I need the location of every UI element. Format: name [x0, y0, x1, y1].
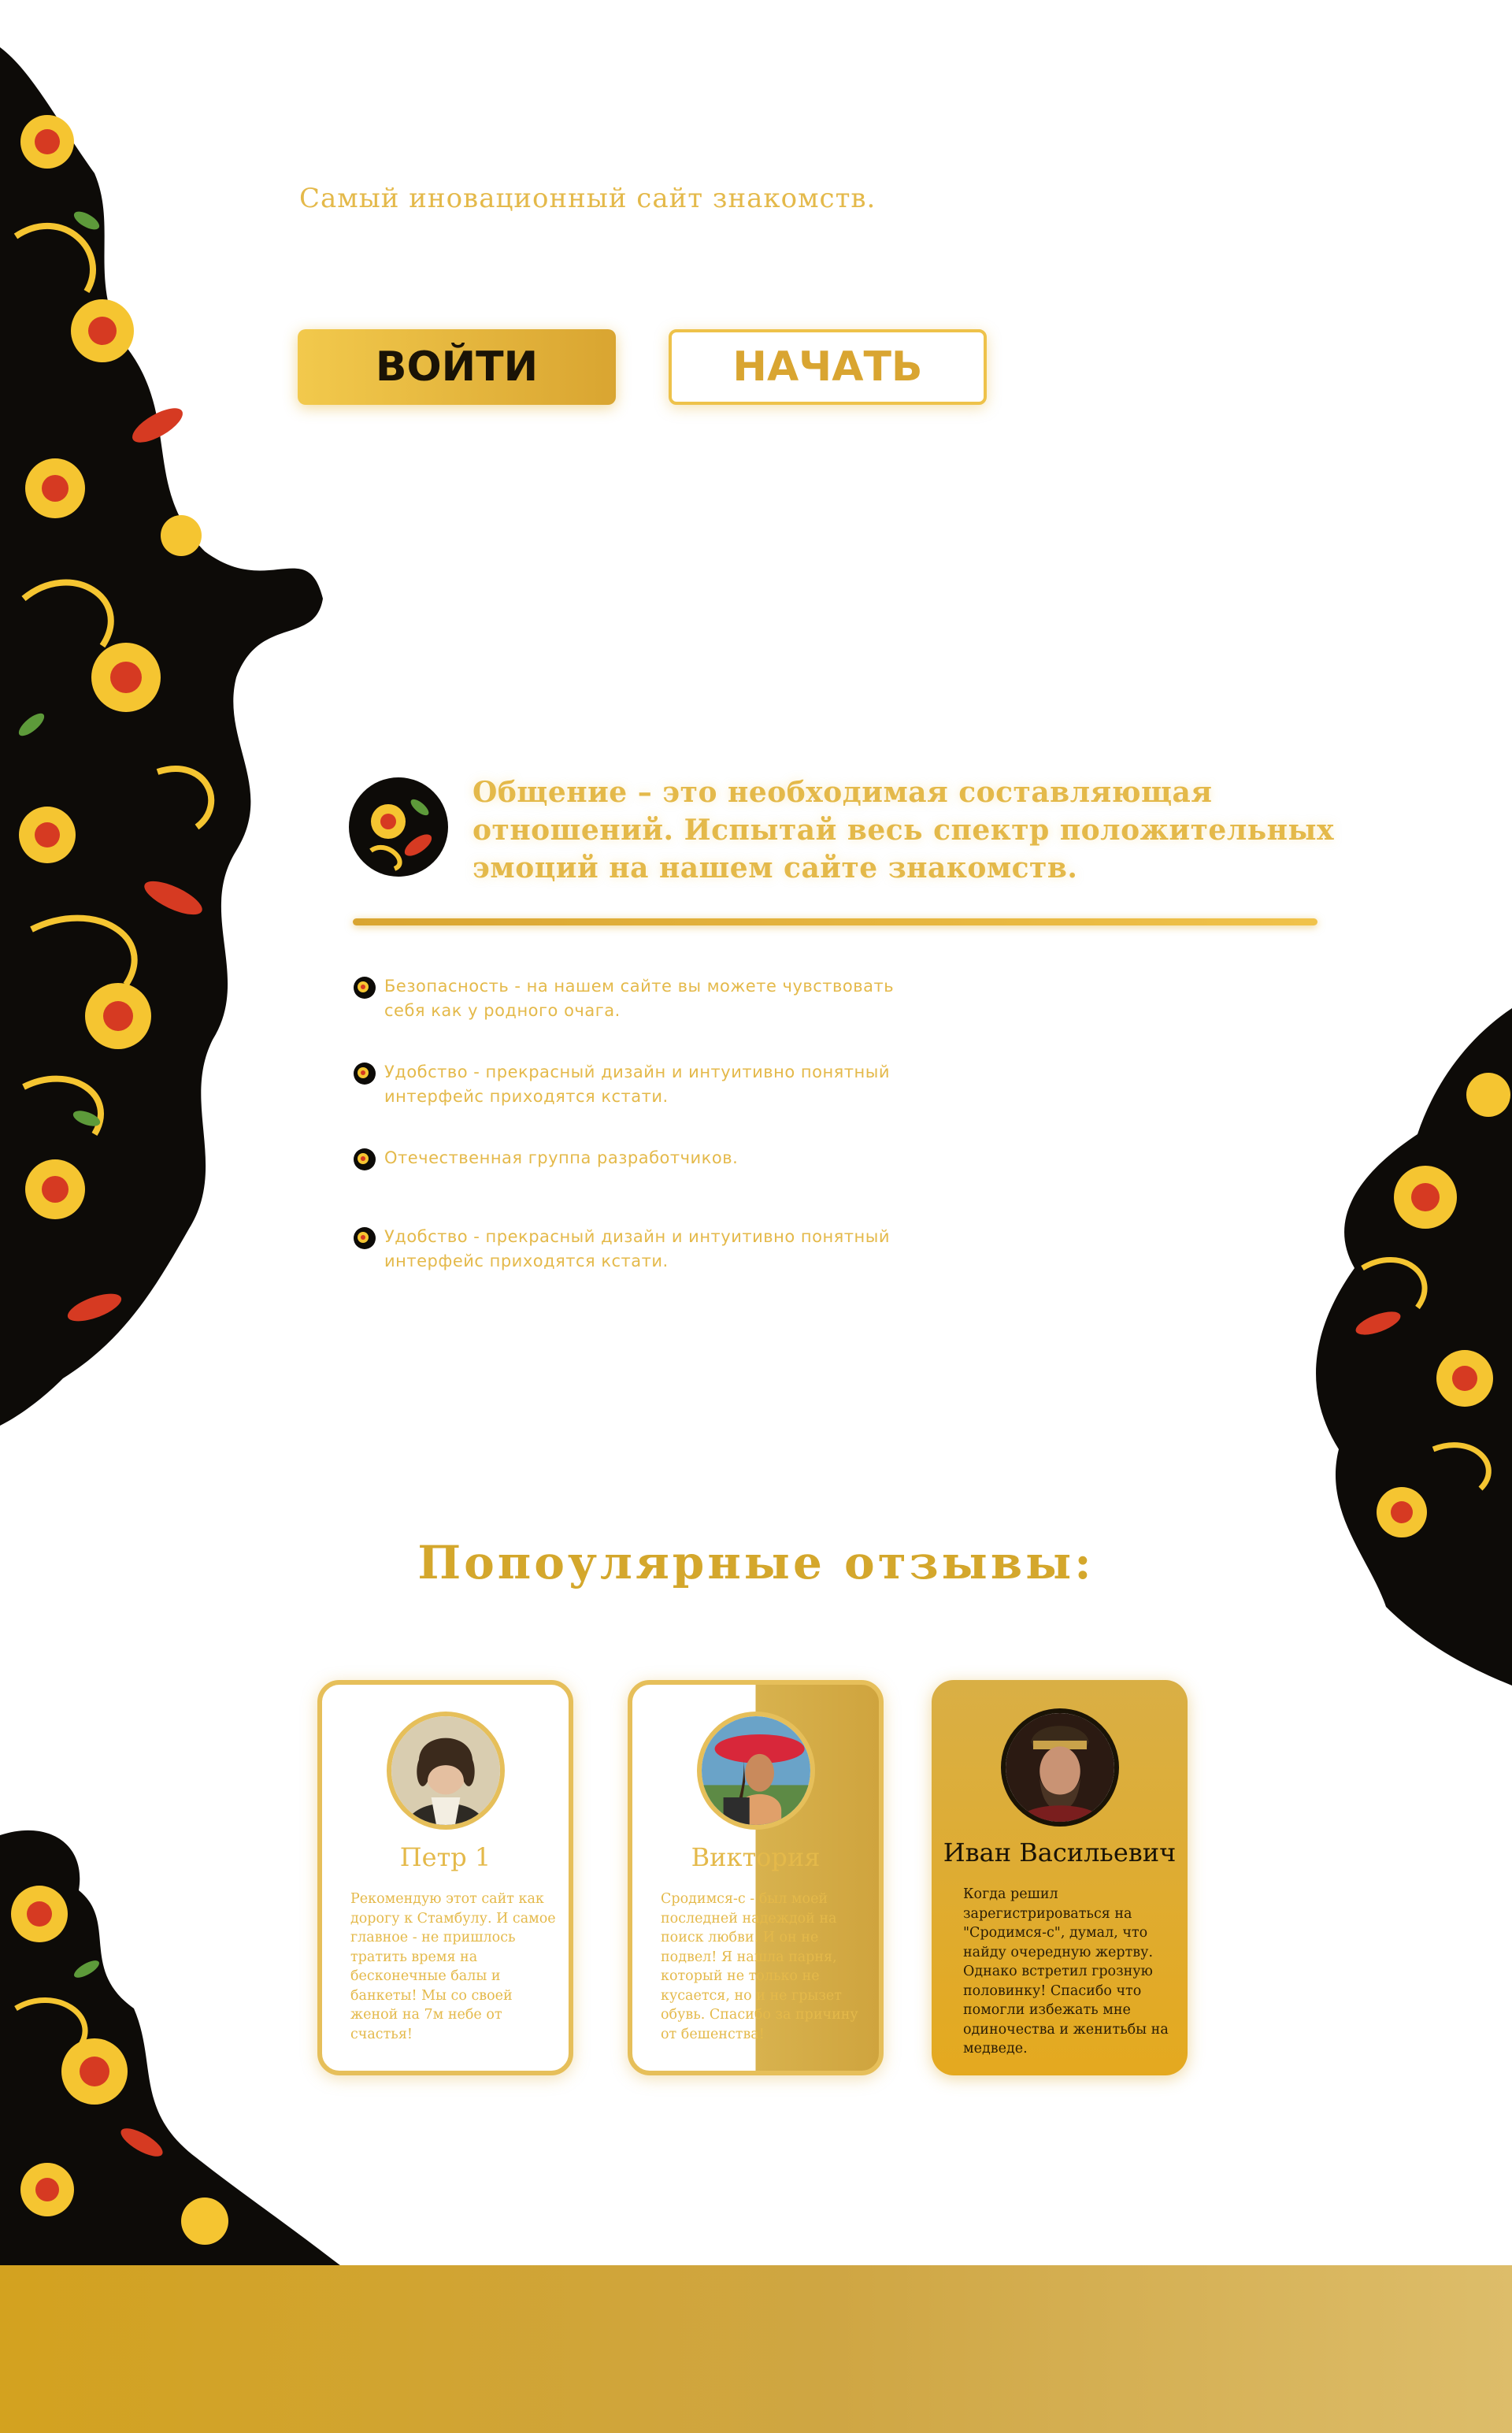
- review-author: Виктория: [691, 1842, 821, 1872]
- review-author: Иван Васильевич: [943, 1838, 1177, 1867]
- review-text: Сродимся-с - был моей последней надеждой…: [661, 1891, 858, 2042]
- footer-band: [0, 2265, 1512, 2433]
- benefit-text: Удобство - прекрасный дизайн и интуитивн…: [384, 1227, 890, 1270]
- features-divider: [353, 918, 1317, 925]
- start-button[interactable]: НАЧАТЬ: [669, 329, 987, 405]
- benefit-item: Удобство - прекрасный дизайн и интуитивн…: [353, 1060, 920, 1109]
- login-button[interactable]: ВОЙТИ: [298, 329, 616, 405]
- benefit-text: Безопасность - на нашем сайте вы можете …: [384, 977, 895, 1020]
- ornament-bullet-icon: [354, 1148, 376, 1170]
- reviews-title: Попоулярные отзывы:: [417, 1536, 1095, 1589]
- hero-tagline: Самый иновационный сайт знакомств.: [299, 183, 876, 214]
- benefit-text: Удобство - прекрасный дизайн и интуитивн…: [384, 1063, 890, 1106]
- review-card: Петр 1 Рекомендую этот сайт как дорогу к…: [317, 1680, 573, 2075]
- review-card: Иван Васильевич Когда решил зарегистриро…: [932, 1680, 1188, 2075]
- features-heading: Общение – это необходимая составляющая о…: [472, 776, 1335, 885]
- review-card: Виктория Сродимся-с - был моей последней…: [628, 1680, 884, 2075]
- benefit-item: Удобство - прекрасный дизайн и интуитивн…: [353, 1225, 920, 1274]
- khokhloma-ornament-left-top: [0, 47, 331, 1426]
- benefit-item: Отечественная группа разработчиков.: [353, 1146, 920, 1171]
- ornament-bullet-icon: [354, 977, 376, 999]
- ornament-bullet-icon: [354, 1227, 376, 1249]
- avatar: [696, 1712, 815, 1830]
- benefit-text: Отечественная группа разработчиков.: [384, 1148, 739, 1167]
- benefit-item: Безопасность - на нашем сайте вы можете …: [353, 974, 920, 1023]
- khokhloma-ornament-left-bottom: [0, 1812, 354, 2276]
- review-text: Рекомендую этот сайт как дорогу к Стамбу…: [350, 1891, 556, 2042]
- ornament-bullet-icon: [354, 1063, 376, 1085]
- avatar: [1000, 1708, 1119, 1827]
- review-author: Петр 1: [399, 1842, 491, 1872]
- review-text: Когда решил зарегистрироваться на "Сроди…: [963, 1886, 1169, 2057]
- avatar: [386, 1712, 505, 1830]
- khokhloma-emblem-icon: [347, 776, 450, 878]
